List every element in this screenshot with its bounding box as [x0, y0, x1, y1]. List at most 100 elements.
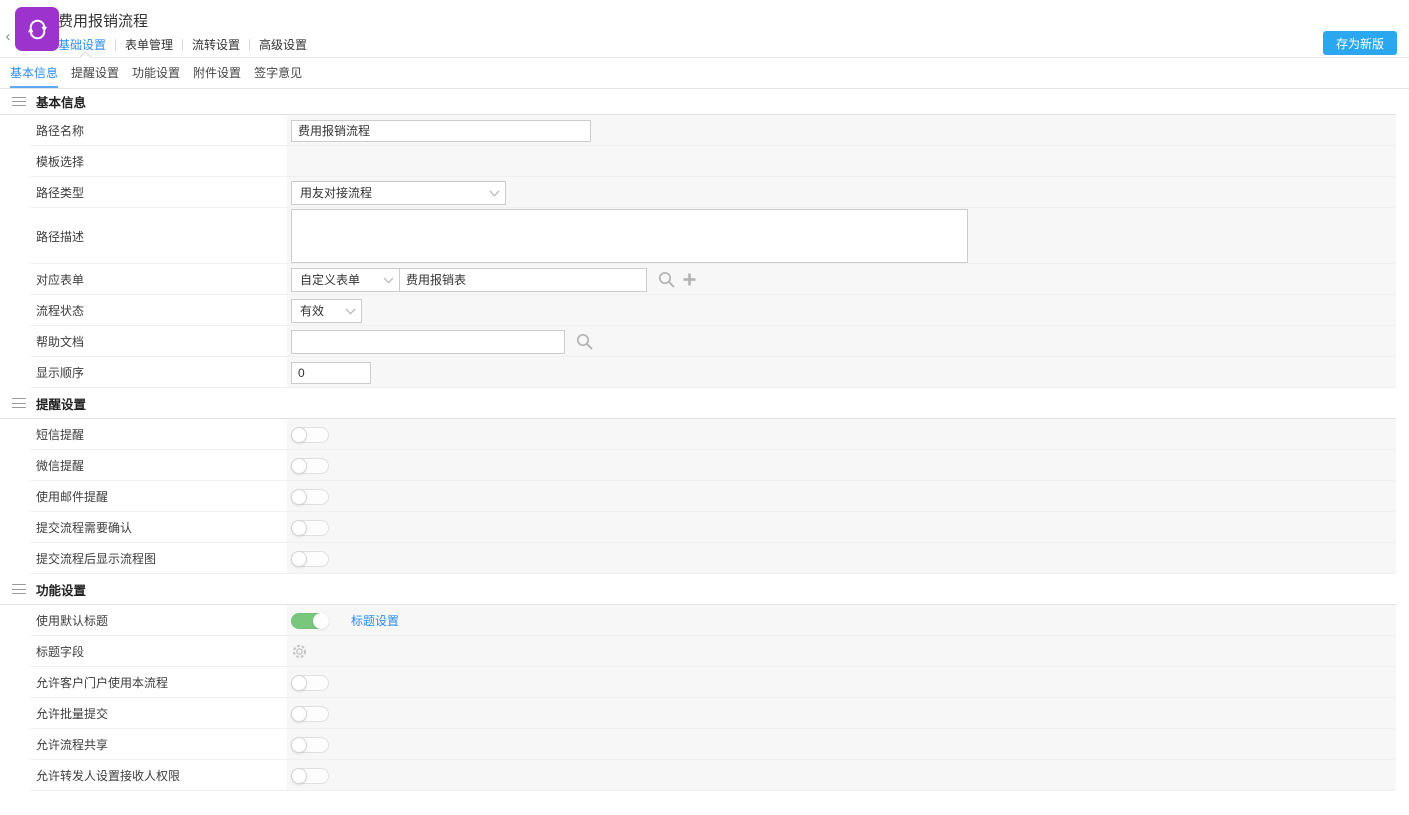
toggle-knob	[291, 706, 307, 722]
subtab-2[interactable]: 提醒设置	[71, 58, 119, 88]
form-row: 流程状态有效	[0, 295, 1396, 326]
section-title: 功能设置	[36, 580, 86, 599]
subtab-1[interactable]: 基本信息	[10, 58, 58, 88]
section-header: 基本信息	[0, 89, 1396, 115]
field-label: 提交流程后显示流程图	[0, 543, 287, 574]
search-icon[interactable]	[576, 333, 593, 350]
show-flowchart-toggle[interactable]	[291, 551, 329, 567]
form-row: 路径描述	[0, 208, 1396, 264]
drag-handle-icon	[12, 95, 26, 108]
field-value: 标题设置	[287, 605, 1396, 636]
subtab-4[interactable]: 附件设置	[193, 58, 241, 88]
chevron-down-icon	[489, 190, 500, 197]
path-desc-textarea[interactable]	[291, 209, 968, 263]
save-new-version-button[interactable]: 存为新版	[1323, 31, 1397, 55]
wechat-remind-toggle[interactable]	[291, 458, 329, 474]
flow-share-toggle[interactable]	[291, 737, 329, 753]
field-label: 对应表单	[0, 264, 287, 295]
form-name-input[interactable]	[399, 268, 647, 292]
tab-separator	[115, 39, 116, 51]
field-value	[287, 698, 1396, 729]
field-value	[287, 450, 1396, 481]
field-label: 短信提醒	[0, 419, 287, 450]
form-row: 帮助文档	[0, 326, 1396, 357]
field-label: 提交流程需要确认	[0, 512, 287, 543]
submit-confirm-toggle[interactable]	[291, 520, 329, 536]
settings-subtabs: 基本信息提醒设置功能设置附件设置签字意见	[0, 58, 1409, 89]
field-value	[287, 208, 1396, 264]
field-label: 路径类型	[0, 177, 287, 208]
form-row: 提交流程后显示流程图	[0, 543, 1396, 574]
field-label: 使用默认标题	[0, 605, 287, 636]
field-value	[287, 357, 1396, 388]
selected-option: 有效	[300, 302, 324, 319]
workflow-app-icon	[15, 7, 59, 51]
default-title-toggle[interactable]	[291, 613, 329, 629]
field-label: 微信提醒	[0, 450, 287, 481]
form-row: 提交流程需要确认	[0, 512, 1396, 543]
sync-arrows-icon	[24, 16, 51, 43]
field-value	[287, 729, 1396, 760]
tab-1[interactable]: 基础设置	[58, 36, 106, 53]
field-label: 允许转发人设置接收人权限	[0, 760, 287, 791]
field-label: 允许批量提交	[0, 698, 287, 729]
field-value	[287, 543, 1396, 574]
subtab-5[interactable]: 签字意见	[254, 58, 302, 88]
form-row: 使用默认标题 标题设置	[0, 605, 1396, 636]
drag-handle-icon	[12, 583, 26, 596]
back-chevron-icon[interactable]: ‹	[1, 28, 15, 46]
title-settings-link[interactable]: 标题设置	[351, 612, 399, 629]
flow-status-select[interactable]: 有效	[291, 299, 362, 323]
field-label: 流程状态	[0, 295, 287, 326]
field-label: 帮助文档	[0, 326, 287, 357]
selected-option: 用友对接流程	[300, 184, 372, 201]
form-type-select[interactable]: 自定义表单	[291, 268, 400, 292]
form-row: 对应表单自定义表单	[0, 264, 1396, 295]
field-label: 路径描述	[0, 208, 287, 264]
forward-permission-toggle[interactable]	[291, 768, 329, 784]
page-header: ‹ 费用报销流程 基础设置表单管理流转设置高级设置 存为新版	[0, 0, 1409, 58]
form-row: 允许流程共享	[0, 729, 1396, 760]
field-value	[287, 326, 1396, 357]
toggle-knob	[291, 768, 307, 784]
field-value	[287, 760, 1396, 791]
form-row: 标题字段	[0, 636, 1396, 667]
batch-submit-toggle[interactable]	[291, 706, 329, 722]
help-doc-input[interactable]	[291, 330, 565, 354]
field-value: 用友对接流程	[287, 177, 1396, 208]
form-row: 路径名称	[0, 115, 1396, 146]
tab-separator	[182, 39, 183, 51]
toggle-knob	[291, 551, 307, 567]
subtab-3[interactable]: 功能设置	[132, 58, 180, 88]
form-row: 微信提醒	[0, 450, 1396, 481]
form-row: 路径类型用友对接流程	[0, 177, 1396, 208]
field-label: 显示顺序	[0, 357, 287, 388]
path-type-select[interactable]: 用友对接流程	[291, 181, 506, 205]
field-label: 标题字段	[0, 636, 287, 667]
display-order-input[interactable]	[291, 362, 371, 384]
drag-handle-icon	[12, 397, 26, 410]
field-label: 允许流程共享	[0, 729, 287, 760]
section-header: 功能设置	[0, 574, 1396, 605]
toggle-knob	[291, 520, 307, 536]
plus-icon[interactable]	[683, 273, 696, 286]
chevron-down-icon	[345, 308, 356, 315]
section-title: 基本信息	[36, 92, 86, 111]
field-value	[287, 419, 1396, 450]
field-label: 模板选择	[0, 146, 287, 177]
field-label: 允许客户门户使用本流程	[0, 667, 287, 698]
toggle-knob	[291, 675, 307, 691]
tab-4[interactable]: 高级设置	[259, 36, 307, 53]
tab-2[interactable]: 表单管理	[125, 36, 173, 53]
search-icon[interactable]	[658, 271, 675, 288]
tab-separator	[249, 39, 250, 51]
email-remind-toggle[interactable]	[291, 489, 329, 505]
section-title: 提醒设置	[36, 394, 86, 413]
customer-portal-toggle[interactable]	[291, 675, 329, 691]
tab-3[interactable]: 流转设置	[192, 36, 240, 53]
toggle-knob	[291, 427, 307, 443]
header-tabs: 基础设置 表单管理 流转设置 高级设置	[58, 36, 307, 53]
path-name-input[interactable]	[291, 120, 591, 142]
sms-remind-toggle[interactable]	[291, 427, 329, 443]
field-value	[287, 512, 1396, 543]
